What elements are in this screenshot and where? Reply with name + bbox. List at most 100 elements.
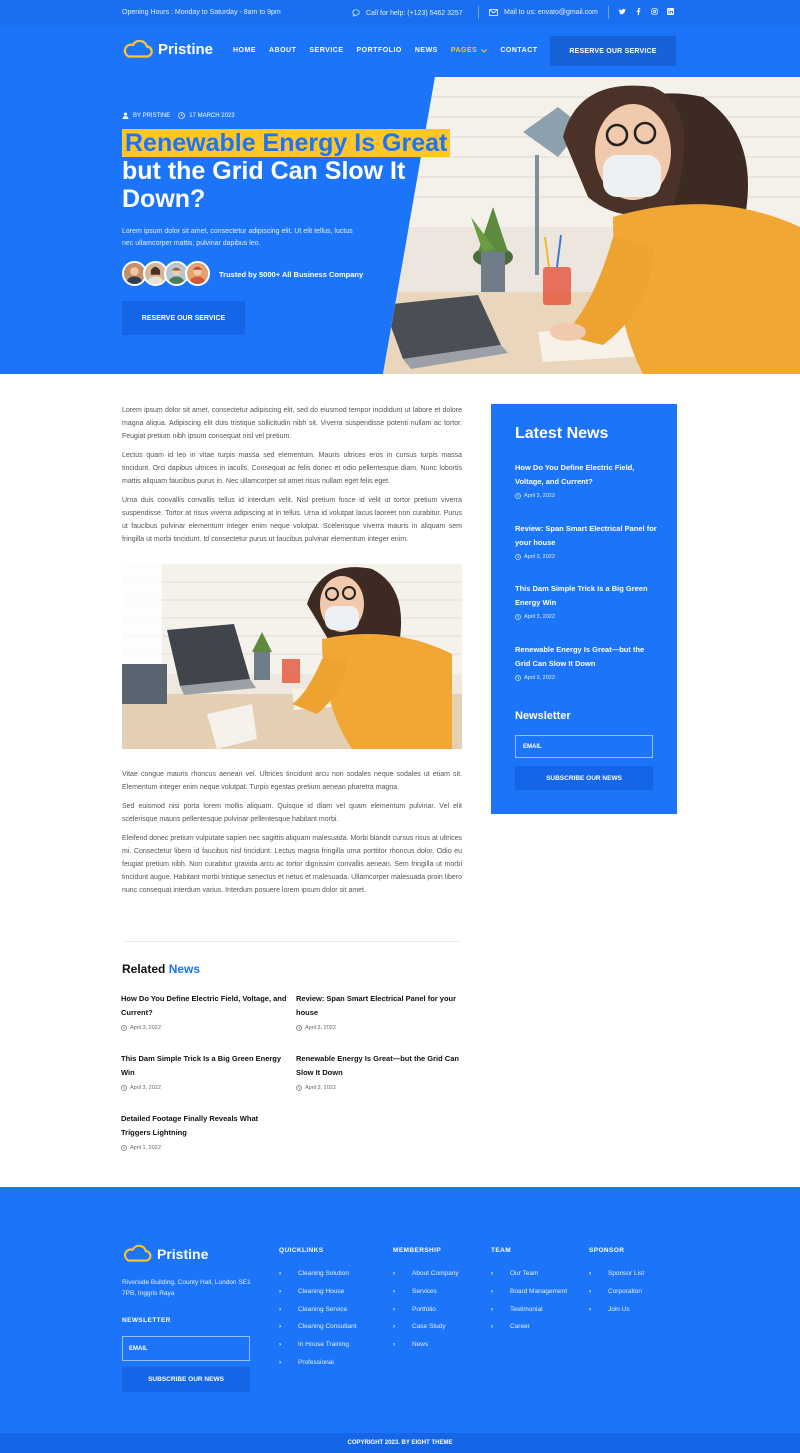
- related-item[interactable]: How Do You Define Electric Field, Voltag…: [121, 992, 289, 1031]
- sidebar-news-date: April 3, 2022: [515, 675, 660, 681]
- trusted-text: Trusted by 5000+ All Business Company: [219, 270, 364, 279]
- sidebar-title: Latest News: [515, 425, 609, 442]
- nav-service[interactable]: SERVICE: [309, 47, 343, 54]
- footer-link[interactable]: › News: [393, 1341, 459, 1359]
- chevron-right-icon: ›: [279, 1270, 282, 1277]
- footer-email-input[interactable]: EMAIL: [122, 1336, 250, 1361]
- footer-link[interactable]: › Board Management: [491, 1288, 567, 1306]
- mail-info[interactable]: Mail to us: envato@gmail.com: [489, 9, 598, 16]
- related-item[interactable]: Renewable Energy Is Great—but the Grid C…: [296, 1052, 464, 1091]
- client-avatars: [122, 261, 210, 286]
- footer-column-title: QUICKLINKS: [279, 1247, 324, 1254]
- hero-section: BY PRISTINE 17 MARCH 2023 Renewable Ener…: [0, 77, 800, 374]
- footer-link-label: Services: [412, 1287, 437, 1295]
- footer-link-label: Cleaning Consultant: [298, 1323, 357, 1331]
- related-item[interactable]: Detailed Footage Finally Reveals What Tr…: [121, 1112, 289, 1151]
- related-title-a: Related: [122, 962, 166, 976]
- cloud-logo-icon: [123, 40, 153, 58]
- post-meta: BY PRISTINE 17 MARCH 2023: [122, 112, 235, 119]
- divider: [478, 6, 479, 19]
- sidebar-news-date: April 3, 2022: [515, 554, 660, 560]
- related-item-title: This Dam Simple Trick Is a Big Green Ene…: [121, 1054, 282, 1077]
- sidebar-news-item[interactable]: Review: Span Smart Electrical Panel for …: [515, 522, 660, 560]
- nav-about[interactable]: ABOUT: [269, 47, 296, 54]
- chevron-right-icon: ›: [279, 1341, 282, 1349]
- footer-link[interactable]: › Services: [393, 1288, 459, 1306]
- sidebar-news-title: How Do You Define Electric Field, Voltag…: [515, 463, 635, 486]
- article-paragraph: Lectus quam id leo in vitae turpis massa…: [122, 452, 462, 485]
- nav-links: HOME ABOUT SERVICE PORTFOLIO NEWS PAGES …: [233, 47, 538, 54]
- footer-link[interactable]: › In House Training: [279, 1341, 357, 1359]
- cloud-logo-icon: [124, 1245, 152, 1262]
- footer-link[interactable]: › Corporation: [589, 1288, 644, 1306]
- date-text: April 3, 2022: [130, 1025, 161, 1031]
- twitter-icon[interactable]: [619, 8, 626, 17]
- footer-subscribe-button[interactable]: SUBSCRIBE OUR NEWS: [122, 1367, 250, 1392]
- footer-link[interactable]: › About Company: [393, 1270, 459, 1288]
- divider: [608, 6, 609, 19]
- related-item-title: Renewable Energy Is Great—but the Grid C…: [296, 1054, 459, 1077]
- post-author[interactable]: BY PRISTINE: [122, 112, 170, 119]
- sidebar-subscribe-button[interactable]: SUBSCRIBE OUR NEWS: [515, 766, 653, 790]
- hero-image: [383, 77, 800, 374]
- chevron-right-icon: ›: [393, 1323, 396, 1331]
- footer-link[interactable]: › Cleaning Solution: [279, 1270, 357, 1288]
- footer-link[interactable]: › Professional: [279, 1359, 357, 1377]
- instagram-icon[interactable]: [651, 8, 658, 17]
- footer-link-label: Portfolio: [412, 1305, 436, 1313]
- footer-link[interactable]: › Join Us: [589, 1306, 644, 1324]
- related-item-date: April 1, 2022: [121, 1145, 289, 1151]
- reserve-service-button[interactable]: RESERVE OUR SERVICE: [550, 36, 676, 66]
- footer-link[interactable]: › Cleaning House: [279, 1288, 357, 1306]
- nav-contact[interactable]: CONTACT: [500, 47, 537, 54]
- footer-link[interactable]: › Cleaning Consultant: [279, 1323, 357, 1341]
- related-item[interactable]: Review: Span Smart Electrical Panel for …: [296, 992, 464, 1031]
- clock-icon: [515, 554, 521, 560]
- footer-link-label: Career: [510, 1323, 530, 1331]
- sidebar-email-input[interactable]: EMAIL: [515, 735, 653, 758]
- linkedin-icon[interactable]: [667, 8, 674, 17]
- chevron-right-icon: ›: [491, 1305, 494, 1313]
- nav-portfolio[interactable]: PORTFOLIO: [357, 47, 402, 54]
- footer-link[interactable]: › Portfolio: [393, 1306, 459, 1324]
- sidebar-news-item[interactable]: This Dam Simple Trick Is a Big Green Ene…: [515, 582, 660, 620]
- sidebar-news-item[interactable]: Renewable Energy Is Great—but the Grid C…: [515, 643, 660, 681]
- related-item-title: How Do You Define Electric Field, Voltag…: [121, 994, 287, 1017]
- footer-link[interactable]: › Sponsor List: [589, 1270, 644, 1288]
- title-rest: but the Grid Can Slow It Down?: [122, 157, 406, 213]
- date-text: April 3, 2022: [130, 1085, 161, 1091]
- footer-logo[interactable]: Pristine: [122, 1245, 208, 1262]
- facebook-icon[interactable]: [635, 8, 642, 17]
- date-text: April 3, 2022: [524, 675, 555, 681]
- chevron-right-icon: ›: [589, 1305, 592, 1313]
- call-text: Call for help: (+123) 5462 3257: [366, 9, 463, 17]
- footer-link[interactable]: › Career: [491, 1323, 567, 1341]
- footer-newsletter-title: NEWSLETTER: [122, 1317, 171, 1324]
- nav-news[interactable]: NEWS: [415, 47, 438, 54]
- nav-pages[interactable]: PAGES: [451, 47, 488, 54]
- call-info[interactable]: Call for help: (+123) 5462 3257: [352, 9, 463, 17]
- article-paragraph: Sed euismod nisi porta lorem mollis aliq…: [122, 803, 462, 823]
- article-image: [122, 564, 462, 749]
- date-text: April 3, 2022: [524, 614, 555, 620]
- nav-home[interactable]: HOME: [233, 47, 256, 54]
- footer-column-membership: MEMBERSHIP › About Company › Services › Por…: [393, 1247, 459, 1359]
- footer-link-label: About Company: [412, 1270, 459, 1277]
- related-item-date: April 3, 2022: [121, 1025, 289, 1031]
- brand-name: Pristine: [158, 40, 214, 58]
- footer-column-team: TEAM › Our Team › Board Management › Testim…: [491, 1247, 567, 1341]
- hero-reserve-button[interactable]: RESERVE OUR SERVICE: [122, 301, 245, 335]
- sidebar-news-item[interactable]: How Do You Define Electric Field, Voltag…: [515, 461, 660, 499]
- chevron-right-icon: ›: [279, 1358, 282, 1366]
- footer-link-label: Corporation: [608, 1287, 642, 1295]
- related-item[interactable]: This Dam Simple Trick Is a Big Green Ene…: [121, 1052, 289, 1091]
- footer-column-title: TEAM: [491, 1247, 512, 1254]
- footer-link[interactable]: › Cleaning Service: [279, 1306, 357, 1324]
- footer-link[interactable]: › Case Study: [393, 1323, 459, 1341]
- site-logo[interactable]: Pristine: [122, 40, 213, 58]
- footer-link[interactable]: › Testimonial: [491, 1306, 567, 1324]
- footer-address: Riverside Building, County Hall, London …: [122, 1279, 251, 1297]
- footer-link-label: Case Study: [412, 1323, 446, 1331]
- footer-link[interactable]: › Our Team: [491, 1270, 567, 1288]
- chevron-right-icon: ›: [279, 1323, 282, 1331]
